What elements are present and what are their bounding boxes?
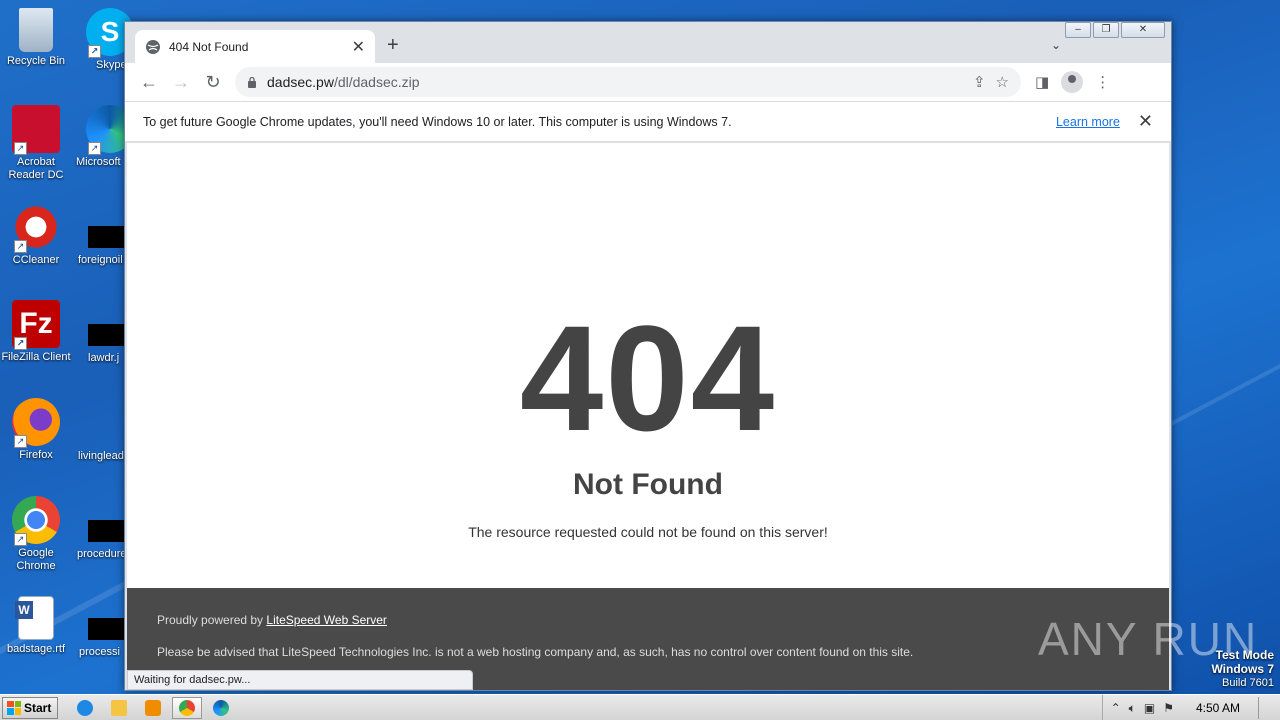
start-button[interactable]: Start — [2, 696, 58, 719]
tray-expand-icon[interactable]: ⌃ — [1111, 701, 1121, 715]
taskbar-explorer[interactable] — [104, 697, 134, 719]
desktop-icon-label: CCleaner — [12, 254, 60, 266]
page-content: 404 Not Found The resource requested cou… — [127, 143, 1169, 588]
url-text: dadsec.pw/dl/dadsec.zip — [267, 74, 963, 90]
action-center-flag-icon[interactable]: ⚑ — [1163, 701, 1174, 715]
share-icon[interactable]: ⇪ — [973, 73, 986, 91]
tab-title: 404 Not Found — [169, 39, 249, 54]
acrobat-icon: ↗ — [12, 105, 60, 155]
error-heading: Not Found — [573, 468, 723, 501]
clock[interactable]: 4:50 AM — [1196, 701, 1240, 715]
redacted-icon — [88, 226, 124, 248]
forward-button[interactable]: → — [165, 67, 197, 97]
chrome-window: – ❐ ✕ 404 Not Found ✕ + ⌄ ← → ↻ dadsec.p… — [124, 21, 1172, 691]
redacted-icon — [88, 618, 124, 640]
taskbar-edge[interactable] — [206, 697, 236, 719]
word-document-icon: W — [15, 596, 54, 640]
error-message: The resource requested could not be foun… — [468, 524, 828, 540]
address-bar[interactable]: dadsec.pw/dl/dadsec.zip ⇪ ☆ — [235, 67, 1021, 97]
test-mode-build: Build 7601 — [1222, 677, 1274, 689]
windows-logo-icon — [7, 700, 21, 715]
redacted-icon — [88, 324, 124, 346]
desktop-icon-badstage[interactable]: W badstage.rtf — [0, 596, 74, 656]
desktop-icon-recycle-bin[interactable]: Recycle Bin — [0, 8, 74, 68]
edge-icon — [213, 699, 229, 716]
new-tab-button[interactable]: + — [387, 34, 399, 57]
footer-prefix: Proudly powered by — [157, 613, 267, 627]
back-button[interactable]: ← — [133, 67, 165, 97]
firefox-icon: ↗ — [12, 398, 60, 448]
side-panel-icon[interactable]: ◨ — [1035, 73, 1049, 91]
network-icon[interactable]: ▣ — [1144, 701, 1155, 715]
tab-search-chevron-icon[interactable]: ⌄ — [1051, 38, 1061, 52]
bookmark-star-icon[interactable]: ☆ — [996, 73, 1009, 91]
desktop-icon-acrobat[interactable]: ↗ Acrobat Reader DC — [0, 105, 74, 182]
window-controls: – ❐ ✕ — [1065, 22, 1165, 38]
minimize-button[interactable]: – — [1065, 22, 1091, 38]
redacted-icon — [88, 520, 124, 542]
desktop-icon-label: Firefox — [19, 449, 53, 461]
taskbar: Start ⌃ 🔈︎ ▣ ⚑ 4:50 AM — [0, 694, 1280, 720]
litespeed-link[interactable]: LiteSpeed Web Server — [266, 613, 387, 627]
chrome-icon — [179, 699, 195, 716]
update-infobar: To get future Google Chrome updates, you… — [125, 101, 1171, 142]
status-bubble: Waiting for dadsec.pw... — [127, 670, 473, 690]
desktop-icon-firefox[interactable]: ↗ Firefox — [0, 398, 74, 462]
menu-kebab-icon[interactable]: ⋮ — [1095, 73, 1110, 91]
desktop-icon-label: Recycle Bin — [6, 55, 66, 67]
wallpaper-streak — [1160, 333, 1280, 431]
volume-icon[interactable]: 🔈︎ — [1129, 701, 1136, 716]
error-code: 404 — [519, 294, 777, 462]
folder-icon — [111, 699, 127, 716]
infobar-message: To get future Google Chrome updates, you… — [143, 114, 732, 129]
url-path: /dl/dadsec.zip — [333, 74, 420, 90]
desktop-icon-chrome[interactable]: ↗ Google Chrome — [0, 496, 74, 573]
desktop-icon-label: Google Chrome — [16, 547, 56, 572]
close-window-button[interactable]: ✕ — [1121, 22, 1165, 38]
desktop-icon-label: badstage.rtf — [6, 643, 66, 655]
desktop-icon-filezilla[interactable]: Fz ↗ FileZilla Client — [0, 300, 74, 364]
media-player-icon — [145, 699, 161, 716]
test-mode-line1: Test Mode — [1215, 648, 1274, 662]
start-label: Start — [24, 700, 52, 715]
infobar-close-icon[interactable]: ✕ — [1138, 111, 1153, 132]
restore-button[interactable]: ❐ — [1093, 22, 1119, 38]
desktop-icon-label: Acrobat Reader DC — [8, 156, 64, 181]
footer-notice: Please be advised that LiteSpeed Technol… — [157, 645, 914, 659]
internet-explorer-icon — [77, 699, 93, 716]
lock-icon — [248, 76, 256, 88]
taskbar-ie[interactable] — [70, 697, 100, 719]
filezilla-icon: Fz ↗ — [12, 300, 60, 350]
ccleaner-icon: ↗ — [12, 203, 60, 253]
url-host: dadsec.pw — [267, 74, 334, 90]
chrome-icon: ↗ — [12, 496, 60, 546]
test-mode-label: Test Mode Windows 7 Build 7601 — [1211, 648, 1274, 690]
taskbar-media-player[interactable] — [138, 697, 168, 719]
toolbar: ← → ↻ dadsec.pw/dl/dadsec.zip ⇪ ☆ ◨ ⋮ — [125, 63, 1171, 101]
tab-close-icon[interactable]: ✕ — [352, 37, 365, 57]
taskbar-chrome[interactable] — [172, 696, 202, 719]
learn-more-link[interactable]: Learn more — [1056, 115, 1120, 129]
reload-button[interactable]: ↻ — [197, 67, 229, 97]
recycle-bin-icon — [19, 8, 53, 52]
tab-active[interactable]: 404 Not Found ✕ — [135, 30, 375, 63]
profile-avatar-icon[interactable] — [1061, 71, 1084, 93]
footer-powered-by: Proudly powered by LiteSpeed Web Server — [157, 613, 1139, 627]
desktop-icon-label: FileZilla Client — [1, 351, 71, 363]
system-tray: ⌃ 🔈︎ ▣ ⚑ 4:50 AM — [1101, 695, 1280, 720]
show-desktop-button[interactable] — [1258, 697, 1272, 719]
desktop-icon-ccleaner[interactable]: ↗ CCleaner — [0, 203, 74, 267]
globe-icon — [146, 39, 160, 54]
test-mode-line2: Windows 7 — [1211, 662, 1274, 676]
